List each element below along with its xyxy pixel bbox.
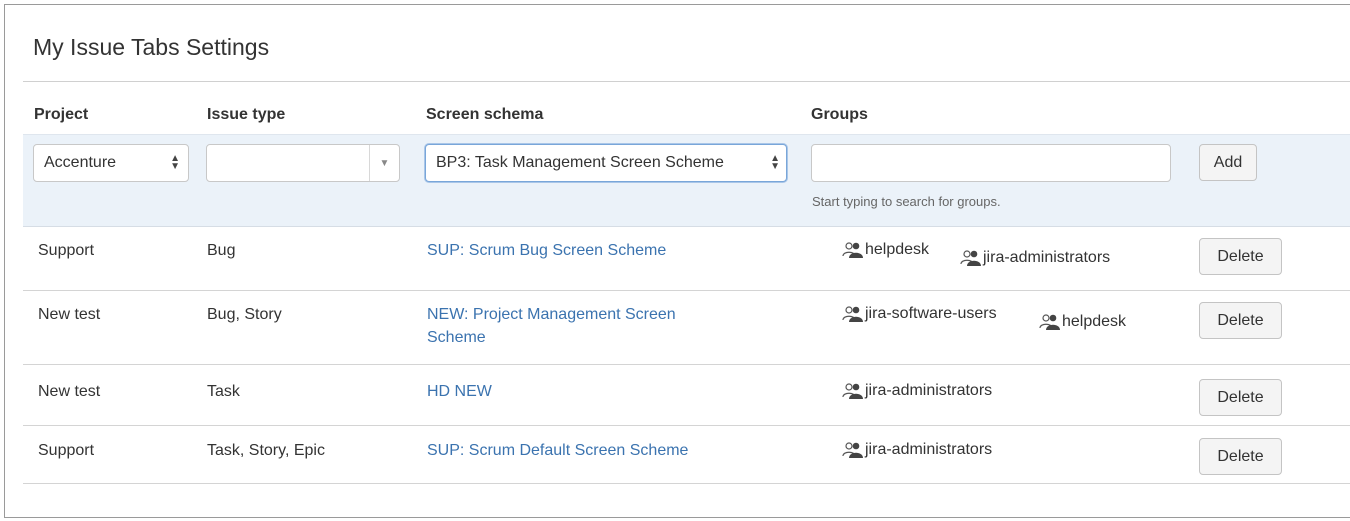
row-schema-link[interactable]: SUP: Scrum Bug Screen Scheme	[427, 239, 666, 262]
project-select-value: Accenture	[44, 154, 117, 171]
group-icon	[842, 306, 863, 322]
row-project: New test	[38, 306, 101, 323]
add-button[interactable]: Add	[1199, 144, 1257, 181]
group-name: helpdesk	[865, 241, 930, 258]
group-name: jira-software-users	[865, 305, 997, 322]
row-schema-link[interactable]: NEW: Project Management Screen Scheme	[427, 303, 747, 349]
row-schema-link[interactable]: SUP: Scrum Default Screen Scheme	[427, 439, 688, 462]
column-header-groups: Groups	[811, 106, 868, 123]
group-icon	[842, 242, 863, 258]
row-project: Support	[38, 442, 95, 459]
groups-hint: Start typing to search for groups.	[812, 194, 1001, 209]
chevron-down-icon[interactable]: ▼	[369, 145, 399, 181]
settings-panel: My Issue Tabs Settings Project Issue typ…	[4, 4, 1350, 518]
row-schema-link-line1: NEW: Project Management Screen	[427, 306, 676, 323]
row-schema-link[interactable]: HD NEW	[427, 380, 492, 403]
delete-button[interactable]: Delete	[1199, 302, 1282, 339]
row-issue-type: Task	[207, 383, 240, 400]
row-divider	[23, 483, 1350, 484]
row-schema-link-line2: Scheme	[427, 329, 486, 346]
column-header-screen-schema: Screen schema	[426, 106, 544, 123]
group-tag: jira-administrators	[960, 249, 1110, 267]
row-divider	[23, 425, 1350, 426]
screen-schema-select-value: BP3: Task Management Screen Scheme	[436, 154, 724, 171]
delete-button[interactable]: Delete	[1199, 438, 1282, 475]
group-name: jira-administrators	[865, 382, 993, 399]
column-header-issue-type: Issue type	[207, 106, 286, 123]
group-name: jira-administrators	[865, 441, 993, 458]
up-down-arrows-icon: ▲ ▼	[170, 153, 180, 172]
row-issue-type: Bug	[207, 242, 236, 259]
group-tag: jira-administrators	[842, 382, 992, 400]
up-down-arrows-icon: ▲ ▼	[770, 153, 780, 172]
group-tag: helpdesk	[1039, 313, 1126, 331]
group-name: helpdesk	[1062, 313, 1127, 330]
row-project: Support	[38, 242, 95, 259]
row-divider	[23, 364, 1350, 365]
group-tag: jira-software-users	[842, 305, 997, 323]
group-name: jira-administrators	[983, 249, 1111, 266]
page-title: My Issue Tabs Settings	[33, 34, 270, 60]
delete-button[interactable]: Delete	[1199, 379, 1282, 416]
group-tag: jira-administrators	[842, 441, 992, 459]
project-select[interactable]: Accenture ▲ ▼	[33, 144, 189, 182]
group-icon	[1039, 314, 1060, 330]
issue-type-select[interactable]: ▼	[206, 144, 400, 182]
row-issue-type: Bug, Story	[207, 306, 282, 323]
group-icon	[960, 250, 981, 266]
delete-button[interactable]: Delete	[1199, 238, 1282, 275]
screen-schema-select[interactable]: BP3: Task Management Screen Scheme ▲ ▼	[425, 144, 787, 182]
row-divider	[23, 290, 1350, 291]
group-icon	[842, 442, 863, 458]
row-issue-type: Task, Story, Epic	[207, 442, 325, 459]
row-project: New test	[38, 383, 101, 400]
groups-search-input[interactable]	[811, 144, 1171, 182]
group-icon	[842, 383, 863, 399]
group-tag: helpdesk	[842, 241, 929, 259]
column-header-project: Project	[34, 106, 89, 123]
title-divider	[23, 81, 1350, 82]
